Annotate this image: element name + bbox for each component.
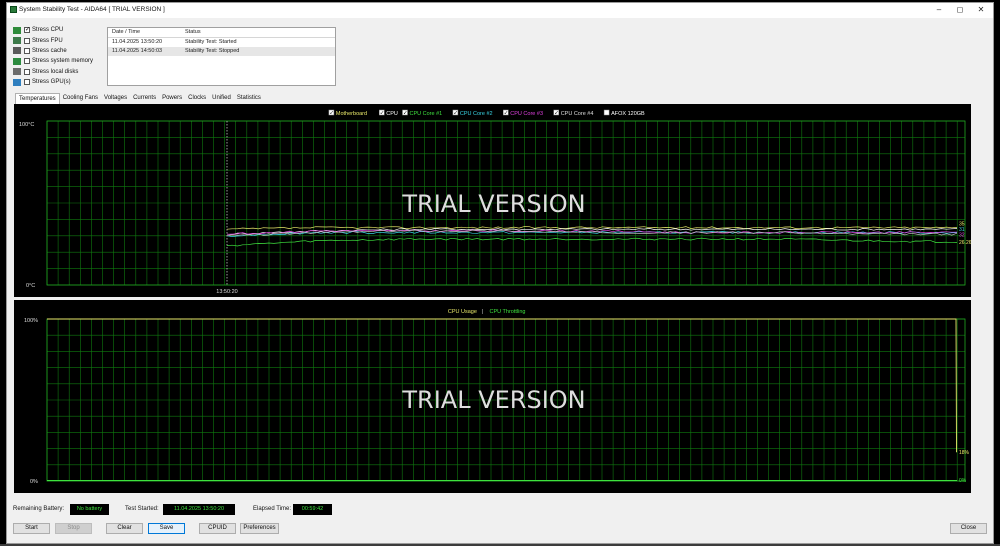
stress-fpu-option[interactable]: Stress FPU	[13, 35, 109, 45]
cpu-chip-icon	[13, 26, 21, 34]
legend-check-mark: ✓	[380, 110, 385, 116]
title-bar: System Stability Test - AIDA64 [ TRIAL V…	[7, 3, 993, 18]
chart-tabs: Temperatures Cooling Fans Voltages Curre…	[15, 93, 264, 104]
cpu-usage-chart-svg: CPU Usage | CPU Throttling 100% 0% 18% 0% TRIAL…	[24, 309, 970, 485]
save-button[interactable]: Save	[148, 523, 185, 534]
log-header-status[interactable]: Status	[185, 28, 335, 37]
fpu-chip-icon	[13, 37, 21, 45]
test-started-label: Test Started:	[125, 506, 159, 512]
legend-label: CPU Core #4	[561, 111, 594, 117]
stress-gpu-option[interactable]: Stress GPU(s)	[13, 77, 109, 87]
legend-checkbox	[603, 109, 610, 116]
stress-disks-label: Stress local disks	[32, 68, 79, 75]
log-cell-datetime: 11.04.2025 13:50:20	[112, 39, 163, 45]
y-axis-top-label: 100%	[24, 318, 38, 324]
legend-label: Motherboard	[336, 111, 367, 117]
legend-label: CPU Core #2	[460, 111, 493, 117]
start-button[interactable]: Start	[13, 523, 50, 534]
elapsed-time-value: 00:59:42	[293, 504, 332, 515]
x-axis-time-label: 13:50:20	[216, 289, 237, 295]
legend-check-mark: ✓	[504, 110, 509, 116]
series-end-label: 26.26	[959, 240, 971, 246]
legend-check-mark: ✓	[329, 110, 334, 116]
legend-label: CPU Core #1	[410, 111, 443, 117]
tab-temperatures[interactable]: Temperatures	[15, 93, 60, 104]
stress-memory-label: Stress system memory	[32, 58, 94, 65]
battery-value: No battery	[70, 504, 109, 515]
cpu-throttling-end-label: 0%	[959, 478, 967, 484]
log-header-row: Date / Time Status	[108, 28, 335, 38]
memory-module-icon	[13, 57, 21, 65]
legend-label: CPU Throttling	[490, 309, 526, 315]
test-started-value: 11.04.2025 13:50:20	[163, 504, 235, 515]
temperature-chart-svg: ✓ Motherboard ✓ CPU ✓ CPU Core #1 ✓ CPU Core #2…	[19, 109, 971, 295]
status-bar: Remaining Battery: No battery Test Start…	[7, 503, 993, 517]
event-log-table[interactable]: Date / Time Status 11.04.2025 13:50:20 S…	[107, 27, 336, 86]
legend-label: CPU	[386, 111, 398, 117]
y-axis-top-label: 100°C	[19, 122, 34, 128]
tab-unified[interactable]: Unified	[209, 93, 234, 104]
series-end-label: 32	[959, 232, 965, 238]
stress-memory-option[interactable]: Stress system memory	[13, 56, 109, 66]
log-row[interactable]: 11.04.2025 14:50:03 Stability Test: Stop…	[108, 47, 335, 56]
cpu-usage-end-label: 18%	[959, 450, 970, 456]
legend-label: CPU Usage	[448, 309, 477, 315]
clear-button[interactable]: Clear	[106, 523, 143, 534]
close-window-button[interactable]: ✕	[973, 5, 989, 15]
stress-gpu-checkbox[interactable]	[24, 79, 30, 86]
disk-drive-icon	[13, 68, 21, 76]
legend-check-mark: ✓	[453, 110, 458, 116]
tab-statistics[interactable]: Statistics	[234, 93, 264, 104]
stability-test-window: System Stability Test - AIDA64 [ TRIAL V…	[6, 2, 994, 544]
log-row[interactable]: 11.04.2025 13:50:20 Stability Test: Star…	[108, 38, 335, 47]
preferences-button[interactable]: Preferences	[240, 523, 279, 534]
log-cell-status: Stability Test: Stopped	[185, 48, 240, 54]
close-button[interactable]: Close	[950, 523, 987, 534]
tab-powers[interactable]: Powers	[159, 93, 185, 104]
temp-series-line	[226, 237, 958, 247]
minimize-button[interactable]: –	[931, 5, 947, 15]
legend-label: AFOX 120GB	[611, 111, 645, 117]
temperature-chart: ✓ Motherboard ✓ CPU ✓ CPU Core #1 ✓ CPU Core #2…	[14, 104, 971, 297]
tab-currents[interactable]: Currents	[130, 93, 159, 104]
stress-cpu-checkbox[interactable]: ✓	[24, 27, 30, 34]
stress-cache-label: Stress cache	[32, 47, 67, 54]
stress-disks-checkbox[interactable]	[24, 68, 30, 75]
y-axis-bottom-label: 0%	[30, 479, 38, 485]
stress-cache-option[interactable]: Stress cache	[13, 46, 109, 56]
tab-voltages[interactable]: Voltages	[101, 93, 130, 104]
stress-cpu-option[interactable]: ✓ Stress CPU	[13, 25, 109, 35]
stress-memory-checkbox[interactable]	[24, 58, 30, 65]
stress-options: ✓ Stress CPU Stress FPU Stress cache Str…	[13, 25, 109, 87]
battery-label: Remaining Battery:	[13, 506, 65, 512]
stop-button[interactable]: Stop	[55, 523, 92, 534]
log-header-datetime[interactable]: Date / Time	[108, 28, 185, 37]
legend-separator: |	[482, 309, 483, 315]
legend-label: CPU Core #3	[510, 111, 543, 117]
stress-gpu-label: Stress GPU(s)	[32, 79, 71, 86]
trial-watermark: TRIAL VERSION	[401, 190, 585, 218]
legend-check-mark: ✓	[554, 110, 559, 116]
log-cell-datetime: 11.04.2025 14:50:03	[112, 48, 163, 54]
cpu-usage-chart: CPU Usage | CPU Throttling 100% 0% 18% 0% TRIAL…	[14, 300, 971, 493]
cache-chip-icon	[13, 47, 21, 55]
stress-disks-option[interactable]: Stress local disks	[13, 67, 109, 77]
stress-fpu-label: Stress FPU	[32, 37, 63, 44]
maximize-button[interactable]: ◻	[952, 5, 968, 15]
window-title: System Stability Test - AIDA64 [ TRIAL V…	[19, 6, 165, 13]
trial-watermark: TRIAL VERSION	[401, 386, 585, 414]
tab-cooling-fans[interactable]: Cooling Fans	[60, 93, 101, 104]
tab-clocks[interactable]: Clocks	[185, 93, 209, 104]
log-cell-status: Stability Test: Started	[185, 39, 237, 45]
aida64-app-icon	[10, 6, 17, 13]
stress-cache-checkbox[interactable]	[24, 47, 30, 54]
elapsed-time-label: Elapsed Time:	[253, 506, 292, 512]
cpuid-button[interactable]: CPUID	[199, 523, 236, 534]
stress-fpu-checkbox[interactable]	[24, 37, 30, 44]
gpu-card-icon	[13, 78, 21, 86]
legend-check-mark: ✓	[403, 110, 408, 116]
y-axis-bottom-label: 0°C	[26, 283, 35, 289]
stress-cpu-label: Stress CPU	[32, 27, 64, 34]
